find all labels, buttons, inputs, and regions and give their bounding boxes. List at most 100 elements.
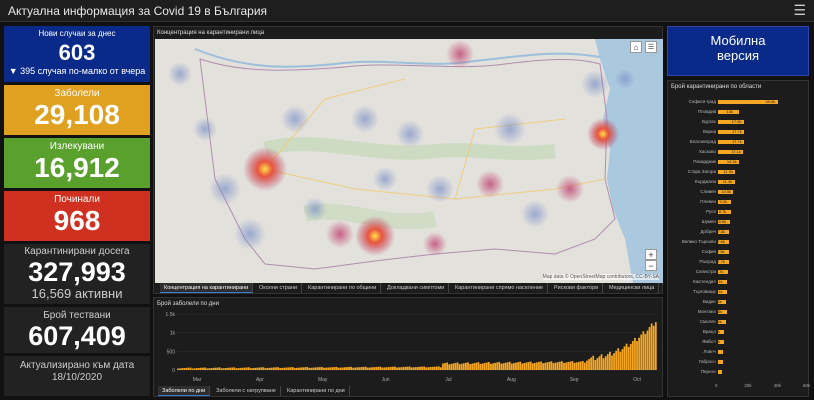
daily-tab[interactable]: Заболели по дни [158, 386, 211, 396]
region-bar-row: Добрич 7.8k [668, 229, 808, 235]
daily-tab[interactable]: Заболели с натрупване [212, 386, 281, 396]
daily-bar [590, 357, 593, 370]
region-bar-row: Варна 17.7k [668, 129, 808, 135]
daily-bar [366, 367, 369, 370]
daily-bar [490, 363, 492, 370]
daily-bar [627, 346, 630, 370]
daily-bar [654, 322, 657, 370]
updated-label: Актуализирано към дата [19, 360, 135, 371]
daily-bar [304, 367, 307, 370]
daily-bar [515, 362, 517, 370]
region-bar[interactable] [718, 350, 723, 354]
region-value-label: 14.2k [726, 159, 737, 164]
daily-bar [458, 364, 461, 370]
daily-bar [348, 366, 350, 370]
map-tab[interactable]: Концентрация на карантинирани [160, 283, 254, 293]
region-bar-row: Софиcя-град 40.6k [668, 99, 808, 105]
daily-bar [498, 361, 501, 370]
deaths-value: 968 [53, 205, 101, 236]
daily-bar [360, 367, 363, 370]
mobile-version-button[interactable]: Мобилна версия [667, 26, 809, 76]
daily-bar [636, 340, 638, 370]
map-tab[interactable]: Медицински лица [605, 283, 660, 293]
region-value-label: 7.7k [717, 259, 725, 264]
region-bar-row: Видин 5.5k [668, 299, 808, 305]
daily-bar [314, 367, 317, 370]
region-value-label: 11.9k [723, 169, 733, 174]
daily-bar [533, 362, 536, 370]
daily-bar [569, 361, 572, 370]
region-value-label: 17.7k [731, 129, 742, 134]
region-name: Русе [706, 209, 716, 214]
x-tick-label: Apr [256, 377, 264, 383]
daily-bar [371, 367, 373, 370]
daily-bar [329, 367, 332, 370]
region-bar-row: Монтана 5.8k [668, 309, 808, 315]
region-name: Кърджали [694, 179, 716, 184]
daily-bar [381, 367, 384, 370]
daily-bar [469, 364, 471, 370]
map-tab[interactable]: Карантинирани спрямо население [451, 283, 549, 293]
daily-bar [506, 362, 509, 370]
map-home-button[interactable]: ⌂ [630, 41, 642, 53]
daily-bar [575, 362, 578, 370]
region-value-label: 8.7k [718, 209, 727, 214]
daily-bar [333, 367, 336, 370]
y-tick-label: 0 [172, 368, 175, 374]
y-tick-label: 1.5k [166, 312, 176, 318]
new-cases-value: 603 [58, 40, 96, 65]
updated-card: Актуализирано към дата 18/10/2020 [4, 356, 150, 396]
region-value-label: 4.4k [712, 339, 721, 344]
map-tab[interactable]: Докладвани симптоми [383, 283, 450, 293]
daily-bar [285, 367, 288, 370]
region-value-label: 7.5k [717, 249, 725, 254]
region-bar-row: Ловеч 3.2k [668, 349, 808, 355]
region-bar-row: Благоевград 17.7k [668, 139, 808, 145]
daily-tab[interactable]: Карантинирани по дни [283, 386, 350, 396]
map-list-button[interactable]: ☰ [645, 41, 657, 53]
region-name: Разград [699, 259, 716, 264]
region-value-label: 4.4k [712, 329, 721, 334]
daily-bar [406, 366, 409, 370]
region-value-label: 6.1k [714, 279, 723, 284]
daily-bar [375, 366, 378, 370]
region-value-label: 5.8k [714, 309, 723, 314]
quarantine-by-region-panel: Брой карантинирани по области Софиcя-гра… [667, 80, 810, 397]
daily-bar [621, 349, 624, 370]
daily-bar [258, 367, 261, 370]
daily-bar [396, 367, 398, 370]
daily-bar [546, 362, 549, 370]
daily-bar [467, 362, 469, 370]
daily-bar [531, 363, 534, 370]
region-bar[interactable] [718, 360, 723, 364]
map-tab[interactable]: Карантинирани по общини [304, 283, 382, 293]
daily-bar [270, 367, 273, 370]
recovered-label: Излекувани [49, 141, 105, 152]
daily-bar [648, 327, 651, 370]
tested-label: Брой тествани [43, 310, 111, 321]
daily-bar [383, 367, 386, 370]
zoom-out-button[interactable]: − [645, 260, 657, 271]
region-bar[interactable] [718, 370, 722, 374]
daily-cases-panel: Брой заболели по дни 1.5k 1k 500 0 Mar Apr May… [153, 297, 663, 397]
daily-bar [519, 361, 522, 370]
daily-cases-chart: 1.5k 1k 500 0 Mar Apr May Jun Jul Aug Sep Oct [166, 312, 657, 383]
daily-bar [400, 367, 403, 370]
heatmap-map[interactable] [155, 39, 663, 283]
new-cases-card: Нови случаи за днес 603 ▼ 395 случая по-… [4, 26, 150, 82]
daily-bar [540, 361, 542, 370]
region-value-label: 5.5k [714, 299, 722, 304]
daily-bar [619, 351, 622, 370]
daily-bar [346, 367, 348, 370]
region-name: Добрич [700, 229, 716, 234]
daily-bar [210, 368, 213, 370]
zoom-in-button[interactable]: + [645, 249, 657, 260]
daily-cases-title: Брой заболели по дни [157, 301, 219, 307]
map-tab[interactable]: Рискови фактори [550, 283, 604, 293]
map-tab[interactable]: Околни страни [255, 283, 303, 293]
daily-bar [425, 367, 428, 370]
daily-bar [391, 366, 394, 370]
page-title: Актуална информация за Covid 19 в Българ… [8, 4, 268, 18]
daily-bar [187, 367, 190, 370]
hamburger-icon[interactable]: ☰ [793, 2, 806, 19]
